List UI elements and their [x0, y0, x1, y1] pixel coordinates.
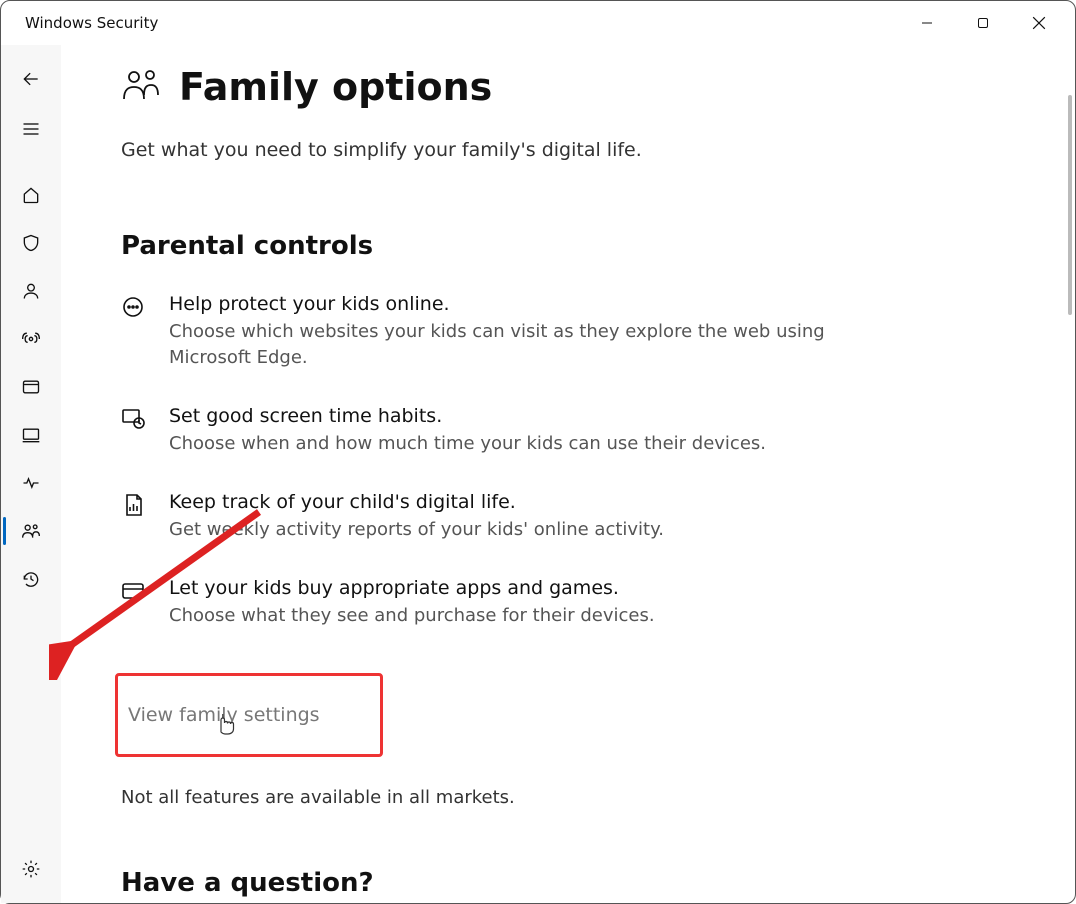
feature-item: Keep track of your child's digital life.…: [121, 491, 1035, 543]
feature-desc: Choose which websites your kids can visi…: [169, 319, 849, 371]
back-button[interactable]: [3, 53, 59, 105]
globe-icon: [121, 293, 149, 371]
feature-item: Let your kids buy appropriate apps and g…: [121, 577, 1035, 629]
menu-button[interactable]: [3, 105, 59, 153]
feature-desc: Get weekly activity reports of your kids…: [169, 517, 849, 543]
sidebar-item-account[interactable]: [3, 267, 59, 315]
minimize-button[interactable]: [899, 3, 955, 43]
content-area[interactable]: Family options Get what you need to simp…: [61, 45, 1075, 903]
sidebar-item-firewall[interactable]: [3, 315, 59, 363]
feature-title: Help protect your kids online.: [169, 293, 1035, 315]
availability-note: Not all features are available in all ma…: [121, 787, 1035, 808]
feature-item: Help protect your kids online. Choose wh…: [121, 293, 1035, 371]
feature-title: Let your kids buy appropriate apps and g…: [169, 577, 1035, 599]
sidebar-item-home[interactable]: [3, 171, 59, 219]
pointer-cursor-icon: [214, 710, 236, 740]
page-header: Family options: [121, 65, 1035, 109]
titlebar: Windows Security: [1, 1, 1075, 45]
window-frame: Windows Security: [0, 0, 1076, 904]
feature-title: Keep track of your child's digital life.: [169, 491, 1035, 513]
view-family-settings-link[interactable]: View family settings: [115, 673, 383, 757]
sidebar-item-settings[interactable]: [3, 845, 59, 893]
feature-desc: Choose what they see and purchase for th…: [169, 603, 849, 629]
sidebar-item-history[interactable]: [3, 555, 59, 603]
report-icon: [121, 491, 149, 543]
sidebar-item-device-security[interactable]: [3, 411, 59, 459]
sidebar-item-performance[interactable]: [3, 459, 59, 507]
family-icon: [121, 65, 161, 109]
feature-item: Set good screen time habits. Choose when…: [121, 405, 1035, 457]
sidebar-item-virus[interactable]: [3, 219, 59, 267]
feature-desc: Choose when and how much time your kids …: [169, 431, 849, 457]
feature-title: Set good screen time habits.: [169, 405, 1035, 427]
maximize-button[interactable]: [955, 3, 1011, 43]
window-title: Windows Security: [25, 14, 899, 32]
sidebar-item-family[interactable]: [3, 507, 59, 555]
close-button[interactable]: [1011, 3, 1067, 43]
window-controls: [899, 3, 1067, 43]
sidebar-item-app-browser[interactable]: [3, 363, 59, 411]
section-title: Parental controls: [121, 231, 1035, 261]
sidebar: [1, 45, 61, 903]
screen-time-icon: [121, 405, 149, 457]
page-title: Family options: [179, 65, 492, 109]
scrollbar[interactable]: [1068, 95, 1072, 315]
card-icon: [121, 577, 149, 629]
question-title: Have a question?: [121, 868, 1035, 898]
page-subtitle: Get what you need to simplify your famil…: [121, 139, 1035, 161]
